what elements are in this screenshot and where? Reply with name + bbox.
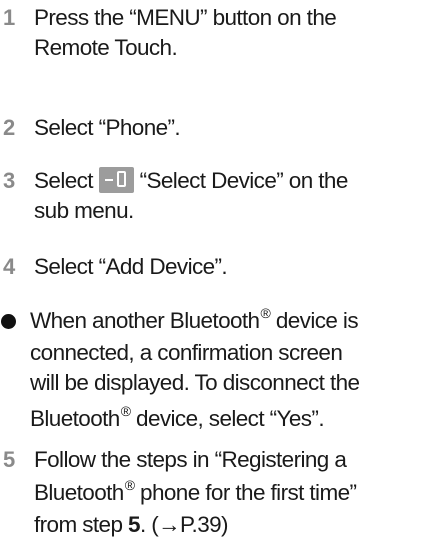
step-text: Select “Add Device”. [34,252,420,282]
step-number: 4 [3,254,16,279]
registered-mark: ® [260,305,271,321]
step-line: Select “Phone”. [34,115,181,140]
step-reference-number: 5 [128,512,141,537]
step-number: 1 [3,5,16,30]
note-line: Bluetooth® device, select “Yes”. [30,403,325,431]
step-line: from step 5. (→P.39) [34,512,229,537]
note-text: When another Bluetooth® device is connec… [30,305,416,436]
note-line: connected, a confirmation screen [30,340,343,365]
step-line: Select “Select Device” on the [34,166,420,196]
step-line: Select “Add Device”. [34,254,228,279]
step-line: Remote Touch. [34,35,178,60]
step-suffix: “Select Device” on the [139,168,349,193]
step-line: Bluetooth® phone for the first time” [34,477,357,505]
select-device-icon [98,167,134,193]
step-prefix: Select [34,168,99,193]
step-text: Press the “MENU” button on the Remote To… [34,3,420,63]
step-text: Select “Phone”. [34,113,420,143]
step-number: 5 [3,447,16,472]
registered-mark: ® [120,403,131,419]
manual-page: 1 Press the “MENU” button on the Remote … [0,0,423,550]
step-number: 3 [3,168,16,193]
step-line: sub menu. [34,198,134,223]
bullet-icon [1,314,16,329]
step-text: Follow the steps in “Registering a Bluet… [34,445,420,540]
step-line: Press the “MENU” button on the [34,5,337,30]
registered-mark: ® [124,477,135,493]
step-text: Select “Select Device” on the sub menu. [34,166,420,226]
step-line: Follow the steps in “Registering a [34,447,347,472]
note-line: When another Bluetooth® device is [30,305,359,333]
note-line: will be displayed. To disconnect the [30,370,360,395]
step-number: 2 [3,115,16,140]
